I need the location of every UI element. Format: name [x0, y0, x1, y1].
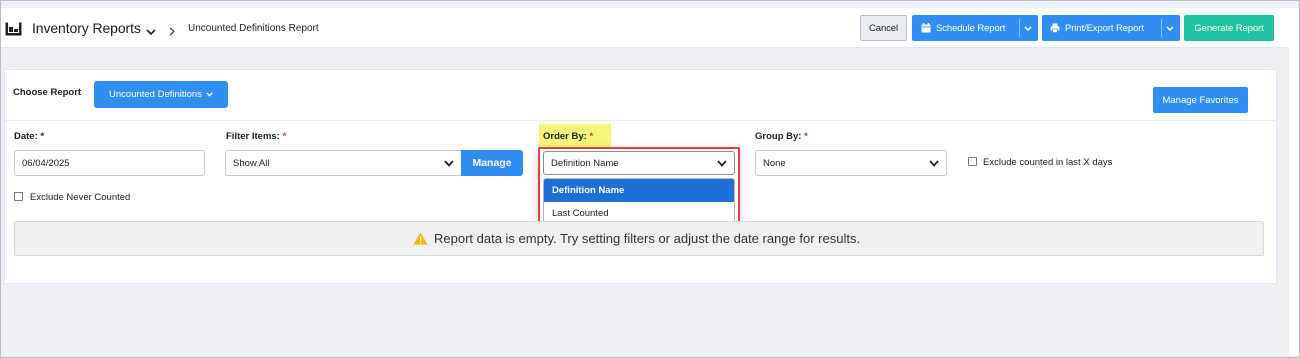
- order-by-callout: [538, 147, 740, 228]
- group-by-value: None: [763, 157, 786, 169]
- print-export-label: Print/Export Report: [1065, 22, 1144, 34]
- app-title[interactable]: Inventory Reports: [32, 20, 141, 36]
- chevron-down-icon: [206, 92, 213, 97]
- inventory-icon: [5, 22, 22, 36]
- choose-report-value: Uncounted Definitions: [109, 89, 202, 100]
- filter-items-value: Show All: [233, 157, 270, 169]
- group-by-label: Group By: *: [755, 131, 808, 142]
- manage-label: Manage: [472, 157, 512, 169]
- print-export-button[interactable]: Print/Export Report: [1042, 15, 1180, 41]
- date-label-text: Date:: [14, 131, 38, 142]
- cancel-label: Cancel: [869, 22, 898, 34]
- order-by-label: Order By: *: [543, 131, 593, 142]
- divider: [4, 120, 1277, 121]
- group-by-select[interactable]: None: [755, 150, 947, 176]
- generate-report-button[interactable]: Generate Report: [1184, 15, 1274, 41]
- empty-report-notice: Report data is empty. Try setting filter…: [14, 221, 1264, 256]
- exclude-counted-checkbox[interactable]: [968, 157, 977, 166]
- group-by-label-text: Group By:: [755, 131, 802, 142]
- chevron-down-icon[interactable]: [1024, 26, 1032, 31]
- right-gutter: [1289, 8, 1299, 356]
- chevron-down-icon: [444, 160, 454, 167]
- breadcrumb: Uncounted Definitions Report: [188, 23, 319, 34]
- split-divider: [1161, 19, 1162, 37]
- exclude-never-counted-checkbox[interactable]: [14, 192, 23, 201]
- date-label: Date: *: [14, 131, 44, 142]
- schedule-report-button[interactable]: Schedule Report: [912, 15, 1038, 41]
- chevron-down-icon[interactable]: [1166, 26, 1174, 31]
- chevron-down-icon[interactable]: [146, 29, 156, 35]
- choose-report-dropdown[interactable]: Uncounted Definitions: [94, 81, 228, 108]
- warning-icon: [413, 232, 428, 245]
- cancel-button[interactable]: Cancel: [860, 15, 907, 41]
- date-input[interactable]: 06/04/2025: [14, 150, 205, 176]
- exclude-never-counted-label: Exclude Never Counted: [30, 192, 131, 203]
- generate-label: Generate Report: [1194, 22, 1264, 34]
- exclude-counted-label: Exclude counted in last X days: [983, 157, 1113, 168]
- split-divider: [1019, 19, 1020, 37]
- manage-favorites-button[interactable]: Manage Favorites: [1153, 87, 1248, 113]
- date-required-marker: *: [40, 131, 45, 142]
- chevron-down-icon: [929, 160, 939, 167]
- date-value: 06/04/2025: [22, 157, 70, 169]
- order-by-required-marker: *: [589, 131, 594, 142]
- group-by-required-marker: *: [804, 131, 808, 142]
- chevron-right-icon: [169, 27, 175, 36]
- manage-filter-button[interactable]: Manage: [461, 150, 523, 176]
- notice-text: Report data is empty. Try setting filter…: [434, 231, 861, 246]
- printer-icon: [1050, 23, 1060, 33]
- manage-favorites-label: Manage Favorites: [1162, 94, 1239, 106]
- calendar-icon: [921, 23, 931, 33]
- notice-content: Report data is empty. Try setting filter…: [413, 231, 860, 246]
- filter-items-select[interactable]: Show All: [225, 150, 462, 176]
- choose-report-label: Choose Report: [13, 87, 82, 98]
- schedule-label: Schedule Report: [936, 22, 1006, 34]
- order-by-label-text: Order By:: [543, 131, 587, 142]
- filter-items-required-marker: *: [282, 131, 287, 142]
- filter-items-label: Filter Items: *: [226, 131, 286, 142]
- filter-items-label-text: Filter Items:: [226, 131, 280, 142]
